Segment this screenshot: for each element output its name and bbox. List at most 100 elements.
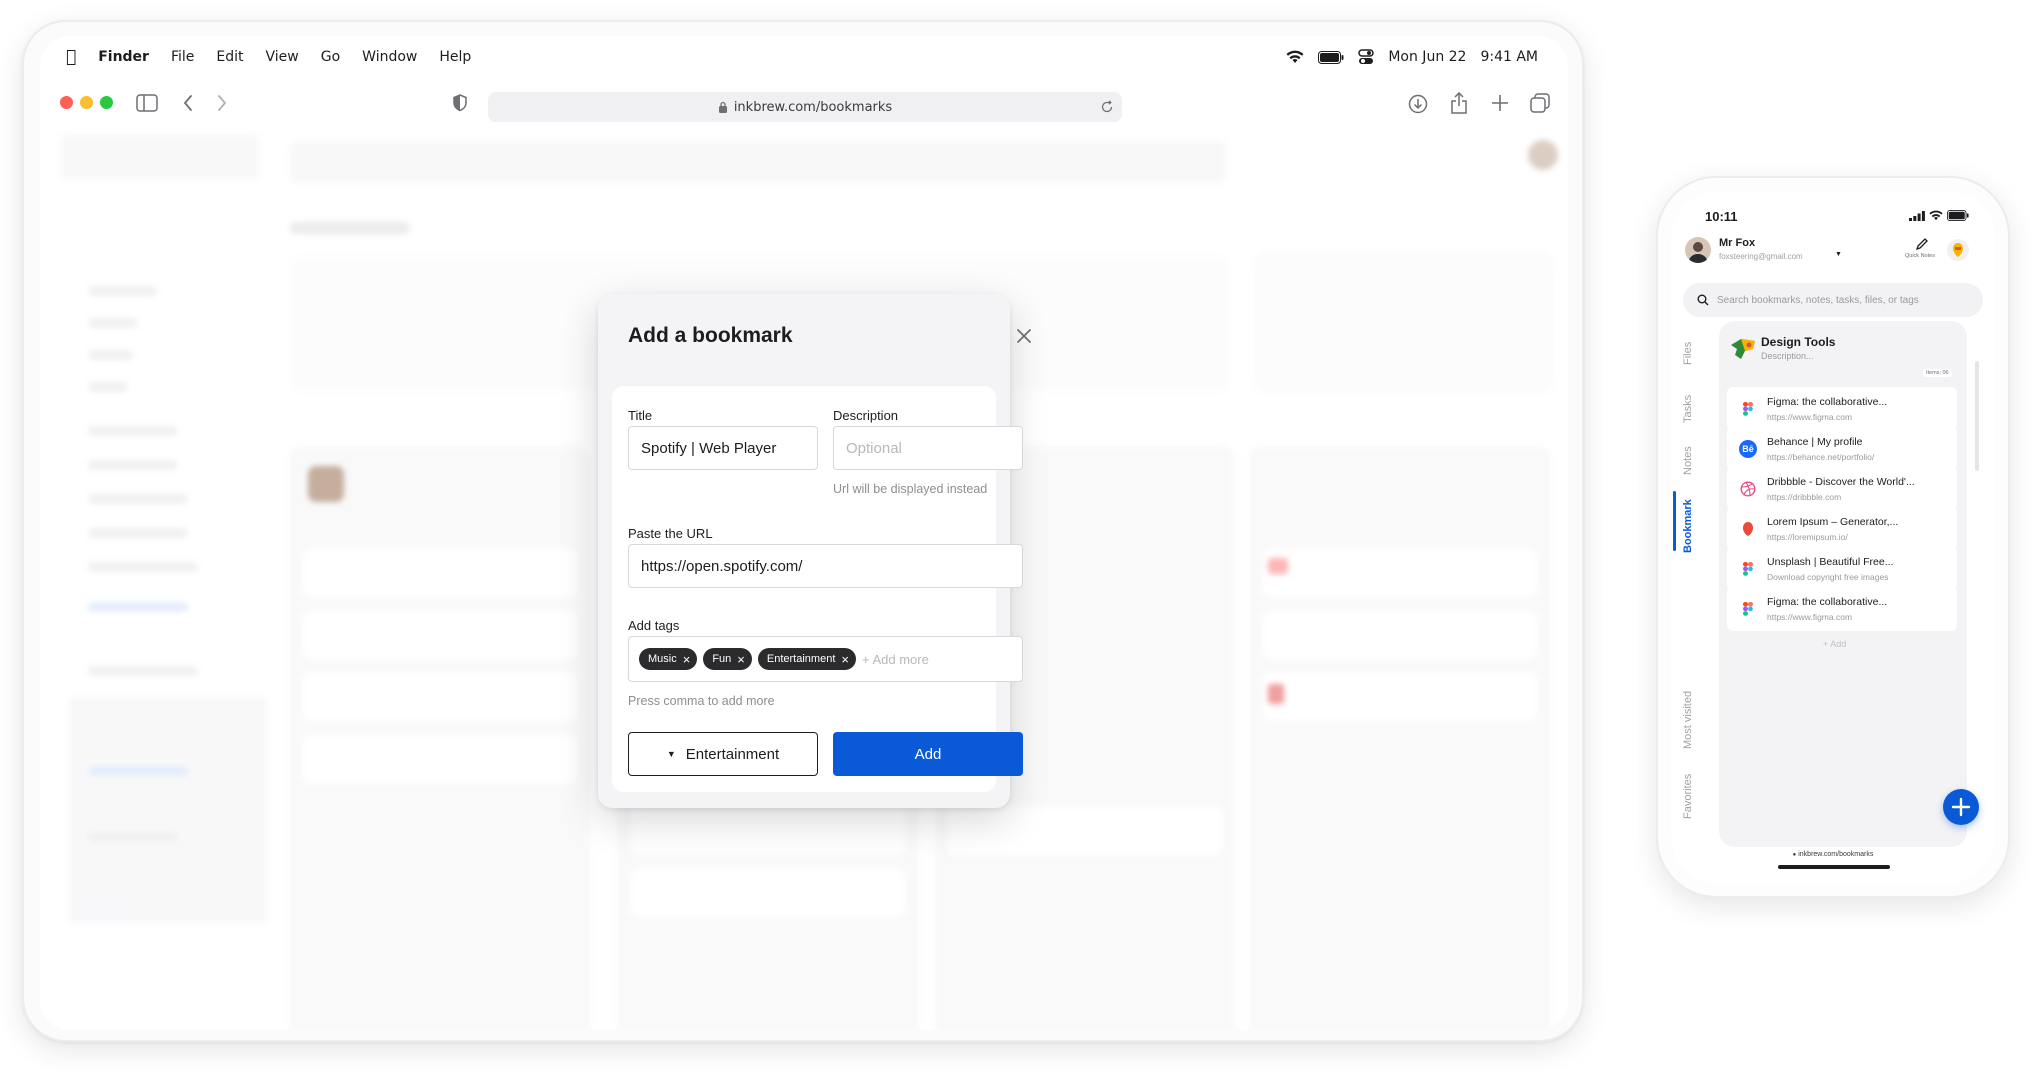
bookmark-url: Download copyright free images [1767,572,1889,582]
phone-user-name: Mr Fox [1719,237,1756,249]
url-input[interactable] [641,557,1010,575]
tag-label: Music [648,653,677,665]
window-zoom-button[interactable] [100,96,113,109]
description-label: Description [833,408,899,423]
caret-down-icon: ▼ [666,749,676,759]
bookmark-url: https://loremipsum.io/ [1767,532,1848,542]
phone-search-bar[interactable]: Search bookmarks, notes, tasks, files, o… [1683,283,1983,317]
bookmark-item[interactable]: Bē Behance | My profile https://behance.… [1727,427,1957,471]
control-center-icon[interactable] [1358,49,1375,65]
battery-icon [1947,210,1969,221]
menu-help[interactable]: Help [439,49,471,65]
remove-tag-icon[interactable]: × [841,653,849,666]
modal-form: Title Description Url will be displayed … [612,386,1023,792]
tags-label: Add tags [628,618,680,633]
tags-field[interactable]: Music × Fun × Entertainment × [628,636,1023,682]
download-icon[interactable] [1408,94,1428,114]
active-tab-indicator [1673,491,1676,551]
bookmark-item[interactable]: Lorem Ipsum – Generator,... https://lore… [1727,507,1957,551]
menu-go[interactable]: Go [321,49,340,65]
description-input[interactable] [846,439,1010,457]
tags-hint: Press comma to add more [628,694,775,708]
bookmark-url: https://www.figma.com [1767,612,1853,622]
tab-tasks[interactable]: Tasks [1682,395,1694,423]
phone-device: 10:11 Mr Fox foxsteering@gmail.com ▼ Qui… [1656,176,2010,898]
description-field[interactable] [833,426,1023,470]
window-close-button[interactable] [60,96,73,109]
new-tab-icon[interactable] [1491,94,1509,112]
tag-chip: Music × [639,648,698,670]
title-label: Title [628,408,653,423]
bookmark-item[interactable]: Unsplash | Beautiful Free... Download co… [1727,547,1957,591]
design-tools-icon [1731,339,1755,359]
remove-tag-icon[interactable]: × [737,653,745,666]
apple-icon[interactable]:  [66,47,76,67]
tag-label: Entertainment [766,653,836,665]
collection-select-value: Entertainment [685,745,780,763]
menu-date: Mon Jun 22 [1388,49,1467,65]
window-minimize-button[interactable] [80,96,93,109]
add-bookmark-link[interactable]: + Add [1823,639,1846,649]
profile-badge[interactable] [1947,239,1969,261]
collection-title: Design Tools [1761,335,1836,349]
menu-app-name[interactable]: Finder [98,49,149,65]
bookmark-title: Figma: the collaborative... [1767,396,1888,408]
home-indicator[interactable] [1778,865,1890,869]
tab-files[interactable]: Files [1682,342,1694,365]
collection-description: Description... [1761,351,1814,361]
tab-favorites[interactable]: Favorites [1682,774,1694,819]
add-button[interactable]: Add [833,732,1023,776]
tag-chip: Fun × [703,648,752,670]
quick-notes-icon[interactable] [1915,237,1929,251]
tab-notes[interactable]: Notes [1682,446,1694,475]
menu-edit[interactable]: Edit [216,49,243,65]
phone-status-time: 10:11 [1705,209,1738,224]
dribbble-icon [1739,480,1757,498]
privacy-shield-icon[interactable] [452,94,468,112]
bookmark-url: https://behance.net/portfolio/ [1767,452,1875,462]
tag-chip: Entertainment × [757,648,856,670]
account-dropdown-icon[interactable]: ▼ [1835,251,1842,258]
menu-bar:  Finder File Edit View Go Window Help M… [40,36,1568,78]
close-icon[interactable] [1012,324,1036,348]
tags-input[interactable] [861,651,962,667]
avatar[interactable] [1685,237,1711,263]
title-input[interactable] [641,439,805,457]
url-field[interactable] [628,544,1023,588]
phone-scrollbar[interactable] [1975,361,1979,471]
collection-column: Design Tools Description... Items: 06 Fi… [1719,321,1967,847]
tag-label: Fun [712,653,732,665]
phone-screen: 10:11 Mr Fox foxsteering@gmail.com ▼ Qui… [1671,191,1995,883]
figma-icon [1739,400,1757,418]
wifi-icon[interactable] [1286,50,1304,64]
forward-arrow-icon[interactable] [216,94,228,112]
tablet-screen:  Finder File Edit View Go Window Help M… [40,36,1568,1030]
tabs-overview-icon[interactable] [1530,93,1550,113]
lock-icon: ● [1792,852,1797,858]
bookmark-item[interactable]: Figma: the collaborative... https://www.… [1727,587,1957,631]
bookmark-item[interactable]: Dribbble - Discover the World'... https:… [1727,467,1957,511]
remove-tag-icon[interactable]: × [683,653,691,666]
battery-icon[interactable] [1318,50,1344,64]
share-icon[interactable] [1450,92,1468,114]
reload-icon[interactable] [1100,100,1114,114]
add-bookmark-modal: Add a bookmark Title Description Url wil… [598,294,1031,808]
collection-select[interactable]: ▼ Entertainment [628,732,818,776]
title-field[interactable] [628,426,818,470]
sidebar-toggle-icon[interactable] [136,94,158,112]
tablet-device:  Finder File Edit View Go Window Help M… [22,20,1584,1042]
behance-icon: Bē [1739,440,1757,458]
quick-notes-label: Quick Notes [1905,253,1935,259]
search-icon [1697,294,1709,306]
tab-most-visited[interactable]: Most visited [1682,691,1694,749]
tab-bookmark[interactable]: Bookmark [1682,499,1694,553]
fab-add-button[interactable] [1943,789,1979,825]
address-bar-url: inkbrew.com/bookmarks [733,99,893,115]
bookmark-item[interactable]: Figma: the collaborative... https://www.… [1727,387,1957,431]
menu-view[interactable]: View [266,49,299,65]
menu-file[interactable]: File [171,49,194,65]
phone-search-placeholder: Search bookmarks, notes, tasks, files, o… [1717,294,1919,306]
menu-window[interactable]: Window [362,49,417,65]
address-bar[interactable]: inkbrew.com/bookmarks [488,92,1122,122]
back-arrow-icon[interactable] [182,94,194,112]
